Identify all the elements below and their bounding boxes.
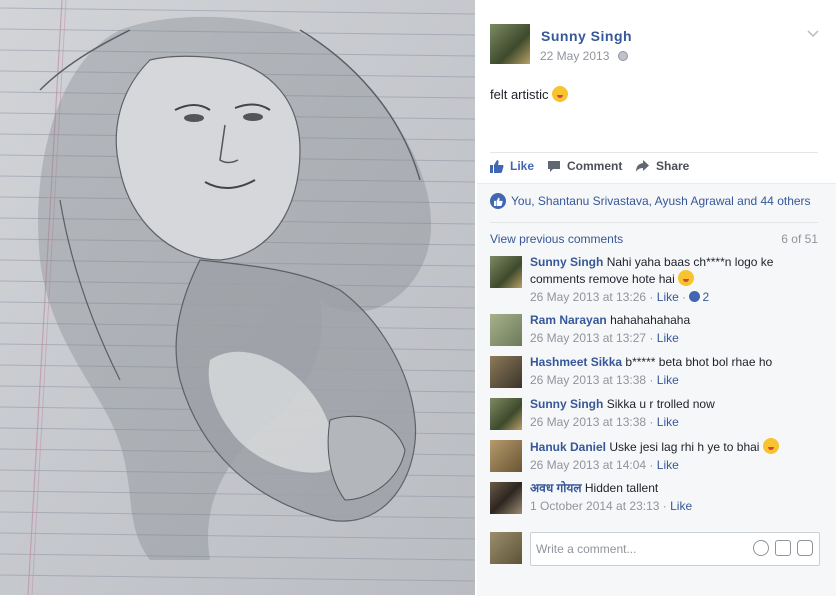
tongue-emoji-icon — [552, 86, 569, 102]
comment-text: Hidden tallent — [584, 481, 659, 495]
comment-time[interactable]: 1 October 2014 at 23:13 — [530, 499, 659, 513]
author-name[interactable]: Sunny Singh — [541, 28, 632, 44]
post-meta: 22 May 2013 — [540, 49, 628, 63]
commenter-avatar[interactable] — [490, 482, 522, 514]
commenter-avatar[interactable] — [490, 356, 522, 388]
comment-time[interactable]: 26 May 2013 at 13:38 — [530, 415, 646, 429]
comment-like-link[interactable]: Like — [657, 458, 679, 472]
camera-icon[interactable] — [775, 540, 791, 556]
write-comment-input[interactable]: Write a comment... — [530, 532, 820, 566]
comment-like-link[interactable]: Like — [657, 415, 679, 429]
comment-count: 6 of 51 — [781, 232, 818, 246]
thumbs-up-icon — [490, 160, 504, 173]
current-user-avatar[interactable] — [490, 532, 522, 564]
commenter-avatar[interactable] — [490, 314, 522, 346]
commenter-name[interactable]: Hanuk Daniel — [530, 440, 606, 454]
sketch-image — [0, 0, 475, 595]
post-text: felt artistic — [490, 86, 569, 102]
comment-time[interactable]: 26 May 2013 at 13:38 — [530, 373, 646, 387]
chevron-down-icon[interactable] — [806, 26, 820, 40]
post-photo[interactable] — [0, 0, 475, 595]
like-button-label: Like — [510, 159, 535, 173]
commenter-avatar[interactable] — [490, 256, 522, 288]
comment-meta: 1 October 2014 at 23:13 · Like — [530, 499, 693, 513]
write-comment-placeholder: Write a comment... — [536, 542, 637, 556]
comment-text: hahahahahaha — [610, 313, 691, 327]
sticker-icon[interactable] — [797, 540, 813, 556]
commenter-name[interactable]: Sunny Singh — [530, 397, 603, 411]
post-text-content: felt artistic — [490, 87, 549, 102]
comment-like-link[interactable]: Like — [670, 499, 692, 513]
post-actions: Like Comment Share — [490, 152, 818, 181]
like-reaction-icon — [689, 291, 701, 302]
comment-meta: 26 May 2013 at 13:26 · Like · 2 — [530, 290, 710, 304]
commenter-name[interactable]: अवध गोयल — [530, 481, 582, 495]
likes-summary-text: You, Shantanu Srivastava, Ayush Agrawal … — [511, 194, 811, 208]
comment-meta: 26 May 2013 at 14:04 · Like — [530, 458, 679, 472]
comments-section: You, Shantanu Srivastava, Ayush Agrawal … — [477, 183, 836, 596]
comment-like-link[interactable]: Like — [657, 373, 679, 387]
likes-summary[interactable]: You, Shantanu Srivastava, Ayush Agrawal … — [490, 193, 811, 209]
post-header: Sunny Singh 22 May 2013 — [490, 24, 836, 68]
tongue-emoji-icon — [678, 270, 695, 286]
comment-time[interactable]: 26 May 2013 at 13:27 — [530, 331, 646, 345]
like-button[interactable]: Like — [490, 159, 534, 173]
comment-meta: 26 May 2013 at 13:38 · Like — [530, 415, 679, 429]
comment-icon — [548, 161, 560, 172]
smile-emoji-icon — [762, 438, 779, 454]
like-badge-icon — [490, 193, 506, 209]
commenter-avatar[interactable] — [490, 398, 522, 430]
commenter-avatar[interactable] — [490, 440, 522, 472]
commenter-name[interactable]: Sunny Singh — [530, 255, 603, 269]
commenter-name[interactable]: Ram Narayan — [530, 313, 607, 327]
reply-composer: Write a comment... — [490, 532, 820, 566]
emoji-icon[interactable] — [753, 540, 769, 556]
comment-like-link[interactable]: Like — [657, 331, 679, 345]
comment-time[interactable]: 26 May 2013 at 13:26 — [530, 290, 646, 304]
view-previous-comments-link[interactable]: View previous comments — [490, 232, 623, 246]
share-button[interactable]: Share — [635, 159, 689, 173]
comment-text: Uske jesi lag rhi h ye to bhai — [609, 440, 760, 454]
comment-time[interactable]: 26 May 2013 at 14:04 — [530, 458, 646, 472]
globe-icon — [617, 51, 628, 61]
author-avatar[interactable] — [490, 24, 530, 64]
divider — [490, 222, 818, 223]
commenter-name[interactable]: Hashmeet Sikka — [530, 355, 622, 369]
post-date[interactable]: 22 May 2013 — [540, 49, 609, 63]
reaction-count[interactable]: 2 — [702, 290, 709, 304]
comment-text: b***** beta bhot bol rhae ho — [625, 355, 773, 369]
comment-like-link[interactable]: Like — [657, 290, 679, 304]
comment-button-label: Comment — [567, 159, 623, 173]
post-details-panel: Sunny Singh 22 May 2013 felt artistic Li… — [477, 0, 836, 596]
comment-meta: 26 May 2013 at 13:27 · Like — [530, 331, 679, 345]
comment-text: Sikka u r trolled now — [606, 397, 715, 411]
comment-meta: 26 May 2013 at 13:38 · Like — [530, 373, 679, 387]
share-arrow-icon — [636, 160, 649, 172]
share-button-label: Share — [656, 159, 690, 173]
comment-button[interactable]: Comment — [547, 159, 622, 173]
